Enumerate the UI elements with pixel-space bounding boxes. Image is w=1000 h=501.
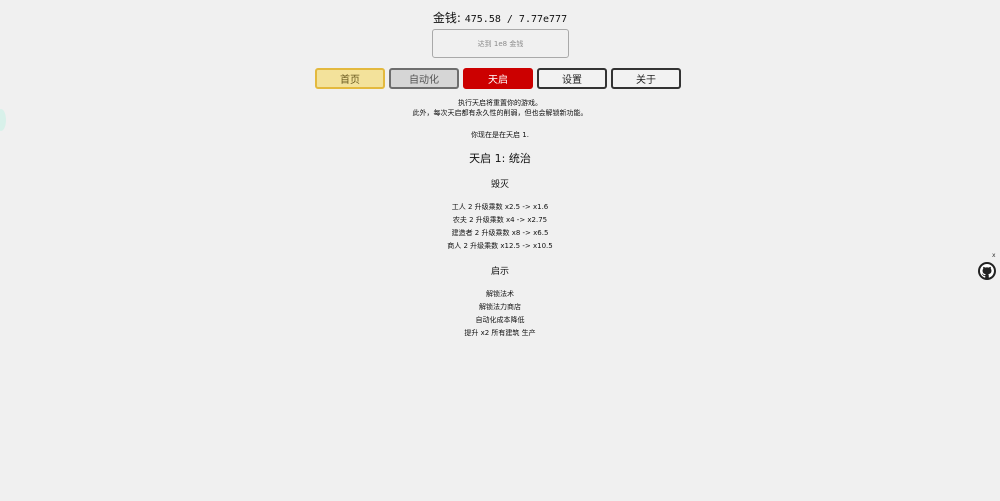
reveal-item: 提升 x2 所有建筑 生产 [464,329,536,337]
tab-home[interactable]: 首页 [315,68,385,89]
money-label: 金钱: [432,11,461,25]
prestige-button[interactable]: 达到 1e8 金钱 [432,29,569,58]
game-page: 金钱: 475.58 / 7.77e777 达到 1e8 金钱 首页 自动化 天… [0,0,1000,501]
destroy-item: 工人 2 升级乘数 x2.5 -> x1.6 [451,203,549,211]
apocalypse-description-1: 执行天启将重置你的游戏。 [458,99,542,107]
apocalypse-title: 天启 1: 统治 [469,152,531,165]
current-apocalypse: 你现在是在天启 1. [471,131,529,139]
apocalypse-description-2: 此外，每次天启都有永久性的削弱，但也会解锁新功能。 [412,109,588,117]
destroy-list: 工人 2 升级乘数 x2.5 -> x1.6 农夫 2 升级乘数 x4 -> x… [0,201,1000,253]
tab-settings[interactable]: 设置 [537,68,607,89]
tab-apocalypse[interactable]: 天启 [463,68,533,89]
helper-close-icon[interactable]: x [992,252,996,259]
destroy-item: 商人 2 升级乘数 x12.5 -> x10.5 [447,242,553,250]
destroy-item: 建造者 2 升级乘数 x8 -> x6.5 [451,229,549,237]
destroy-heading: 毁灭 [490,180,509,190]
money-value: 475.58 / 7.77e777 [464,14,568,25]
apocalypse-panel: 执行天启将重置你的游戏。 此外，每次天启都有永久性的削弱，但也会解锁新功能。 你… [0,98,1000,340]
money-display: 金钱: 475.58 / 7.77e777 [0,9,1000,26]
reveal-item: 解锁法力商店 [479,303,521,311]
tab-automation[interactable]: 自动化 [389,68,459,89]
reveal-item: 自动化成本降低 [475,316,525,324]
tab-about[interactable]: 关于 [611,68,681,89]
destroy-item: 农夫 2 升级乘数 x4 -> x2.75 [452,216,548,224]
prestige-hint: 达到 1e8 金钱 [477,39,524,48]
octocat-icon-svg [980,264,994,278]
main-tabs: 首页 自动化 天启 设置 关于 [315,68,681,89]
reveal-heading: 启示 [490,267,509,277]
reveal-list: 解锁法术 解锁法力商店 自动化成本降低 提升 x2 所有建筑 生产 [0,288,1000,340]
octocat-icon[interactable] [978,262,996,280]
reveal-item: 解锁法术 [486,290,514,298]
